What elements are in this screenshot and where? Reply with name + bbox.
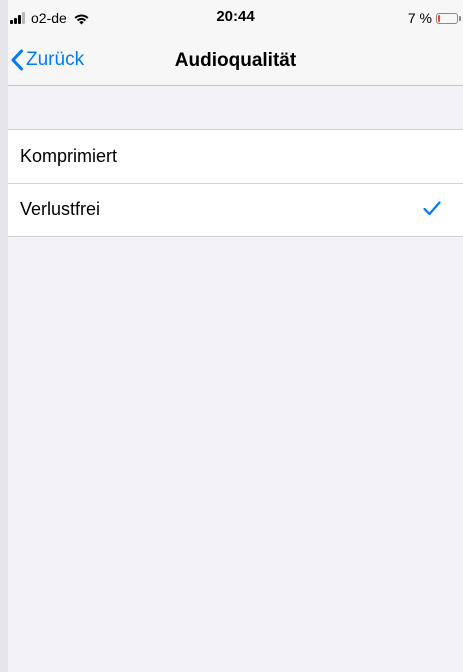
checkmark-icon: [423, 201, 441, 216]
left-edge-strip: [0, 0, 8, 672]
status-bar: o2-de 20:44 7 %: [8, 0, 463, 38]
status-time: 20:44: [216, 8, 255, 25]
settings-view: o2-de 20:44 7 % Zurück Audioqualität Kom…: [8, 0, 463, 672]
navigation-bar: Zurück Audioqualität: [8, 38, 463, 86]
option-label: Komprimiert: [20, 146, 118, 166]
back-button[interactable]: Zurück: [10, 46, 84, 74]
audio-quality-options: Komprimiert Verlustfrei: [8, 129, 463, 237]
back-button-label: Zurück: [26, 49, 85, 70]
battery-level: [438, 14, 440, 22]
option-label: Verlustfrei: [20, 199, 101, 219]
battery-cap: [459, 15, 461, 21]
option-compressed[interactable]: Komprimiert: [8, 130, 463, 183]
option-lossless[interactable]: Verlustfrei: [8, 183, 463, 236]
status-right: 7 %: [408, 8, 461, 28]
battery-icon: [436, 12, 458, 24]
chevron-left-icon: [11, 49, 23, 71]
screen: o2-de 20:44 7 % Zurück Audioqualität Kom…: [0, 0, 463, 672]
battery-percentage: 7 %: [407, 10, 432, 26]
